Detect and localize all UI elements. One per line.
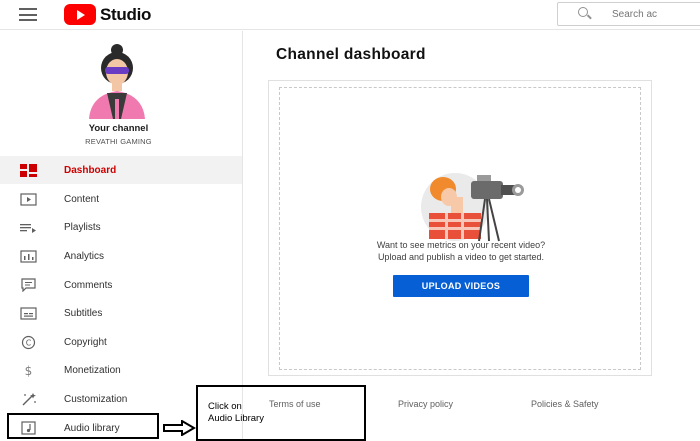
sidebar-item-label: Comments — [64, 279, 113, 291]
instruction-line1: Click on — [208, 401, 242, 412]
sidebar-item-comments[interactable]: Comments — [0, 271, 242, 299]
upload-videos-button[interactable]: UPLOAD VIDEOS — [393, 275, 529, 297]
sidebar-item-subtitles[interactable]: Subtitles — [0, 299, 242, 327]
dashboard-icon — [20, 163, 37, 177]
customization-icon — [20, 392, 37, 406]
empty-state-hint: Upload and publish a video to get starte… — [377, 252, 545, 262]
analytics-icon — [20, 249, 37, 263]
menu-icon[interactable] — [19, 8, 37, 21]
sidebar-item-label: Copyright — [64, 336, 107, 348]
instruction-line2: Audio Library — [208, 413, 264, 424]
content-icon — [20, 192, 37, 206]
top-bar: Studio — [0, 0, 700, 30]
policies-link[interactable]: Policies & Safety — [531, 399, 599, 409]
sidebar-item-label: Dashboard — [64, 164, 117, 176]
privacy-link[interactable]: Privacy policy — [398, 399, 453, 409]
search-icon[interactable] — [578, 7, 592, 21]
sidebar-item-label: Playlists — [64, 221, 101, 233]
studio-logo[interactable]: Studio — [64, 4, 151, 25]
sidebar: Your channel REVATHI GAMING Dashboard Co… — [0, 31, 243, 441]
sidebar-item-playlists[interactable]: Playlists — [0, 213, 242, 241]
sidebar-item-label: Monetization — [64, 364, 121, 376]
sidebar-item-dashboard[interactable]: Dashboard — [0, 156, 242, 184]
highlight-box — [7, 413, 159, 439]
camera-operator-illustration — [421, 173, 524, 242]
instruction-callout: Click on Audio Library — [196, 385, 366, 441]
arrow-right-icon — [163, 420, 196, 436]
sidebar-item-monetization[interactable]: $ Monetization — [0, 356, 242, 384]
empty-state-message: Want to see metrics on your recent video… — [376, 240, 546, 250]
subtitles-icon — [20, 306, 37, 320]
sidebar-item-label: Analytics — [64, 250, 105, 262]
youtube-play-icon — [64, 4, 96, 25]
monetization-icon: $ — [20, 363, 37, 378]
sidebar-item-label: Subtitles — [64, 307, 103, 319]
playlists-icon — [20, 220, 37, 234]
sidebar-item-content[interactable]: Content — [0, 185, 242, 213]
sidebar-item-copyright[interactable]: C Copyright — [0, 328, 242, 356]
upload-prompt-card: Want to see metrics on your recent video… — [268, 80, 652, 376]
search-input[interactable] — [612, 8, 692, 20]
sidebar-item-analytics[interactable]: Analytics — [0, 242, 242, 270]
page-title: Channel dashboard — [276, 46, 426, 63]
logo-text: Studio — [100, 4, 152, 24]
sidebar-item-label: Content — [64, 193, 100, 205]
search-box[interactable] — [557, 2, 700, 26]
comments-icon — [20, 278, 37, 292]
avatar[interactable] — [79, 41, 157, 121]
svg-text:C: C — [26, 338, 32, 347]
channel-name: REVATHI GAMING — [85, 137, 152, 146]
copyright-icon: C — [20, 335, 37, 349]
svg-text:$: $ — [25, 364, 33, 378]
channel-title: Your channel — [88, 123, 149, 134]
sidebar-item-label: Customization — [64, 393, 128, 405]
